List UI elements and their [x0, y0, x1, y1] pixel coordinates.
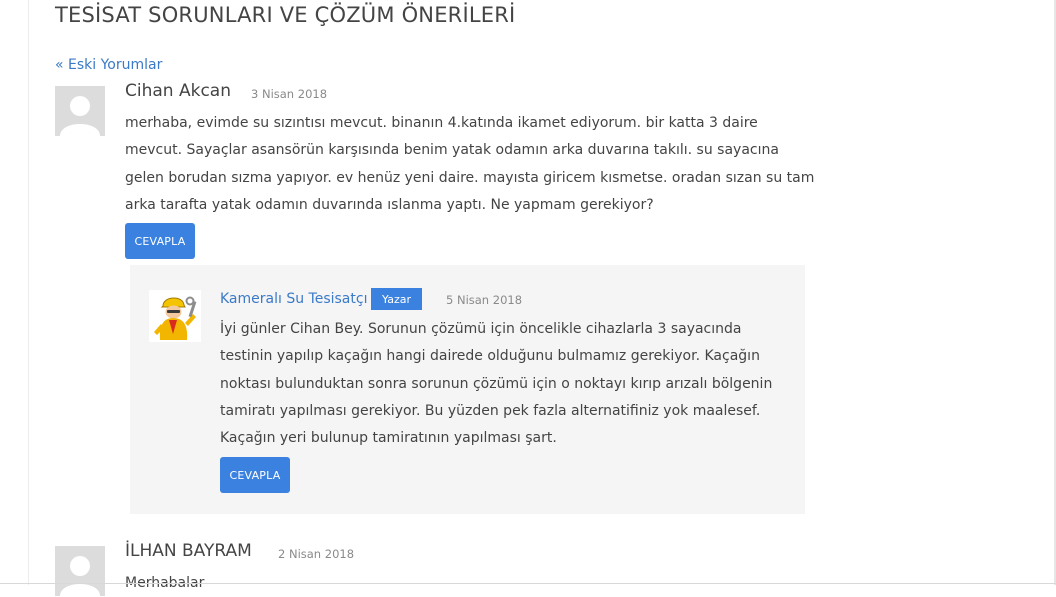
comment-line: merhaba, evimde su sızıntısı mevcut. bin… [125, 115, 758, 131]
reply-text: İyi günler Cihan Bey. Sorunun çözümü içi… [220, 316, 772, 452]
reply-line: tamiratı yapılması gerekiyor. Bu yüzden … [220, 402, 761, 419]
reply-line: İyi günler Cihan Bey. Sorunun çözümü içi… [220, 321, 742, 337]
comment-date: 2 Nisan 2018 [278, 547, 355, 561]
comment-text: merhaba, evimde su sızıntısı mevcut. bin… [125, 110, 814, 219]
comment-date: 3 Nisan 2018 [251, 87, 328, 101]
plumber-mascot-icon [149, 290, 201, 342]
reply-date: 5 Nisan 2018 [446, 293, 523, 307]
comment-author: İLHAN BAYRAM [125, 541, 252, 561]
reply-line: testinin yapılıp kaçağın hangi dairede o… [220, 348, 760, 365]
reply-line: Kaçağın yeri bulunup tamiratının yapılma… [220, 430, 557, 447]
viewport-bottom-edge [0, 583, 1056, 584]
comment-line: mevcut. Sayaçlar asansörün karşısında be… [125, 142, 779, 159]
reply-author-link[interactable]: Kameralı Su Tesisatçı [220, 291, 367, 307]
default-avatar-icon [55, 546, 105, 596]
comment-line: arka tarafta yatak odamın duvarında ısla… [125, 196, 654, 213]
default-avatar-icon [55, 86, 105, 136]
comment-author: Cihan Akcan [125, 81, 231, 101]
section-title: TESİSAT SORUNLARI VE ÇÖZÜM ÖNERİLERİ [55, 3, 516, 27]
reply-line: noktası bulunduktan sonra sorunun çözümü… [220, 375, 773, 392]
reply-button-nested[interactable]: CEVAPLA [220, 457, 290, 493]
reply-button[interactable]: CEVAPLA [125, 223, 195, 259]
comment-line: gelen borudan sızma yapıyor. ev henüz ye… [125, 169, 815, 186]
author-badge: Yazar [371, 288, 422, 310]
older-comments-link[interactable]: « Eski Yorumlar [55, 57, 162, 73]
content-left-border [28, 0, 29, 585]
